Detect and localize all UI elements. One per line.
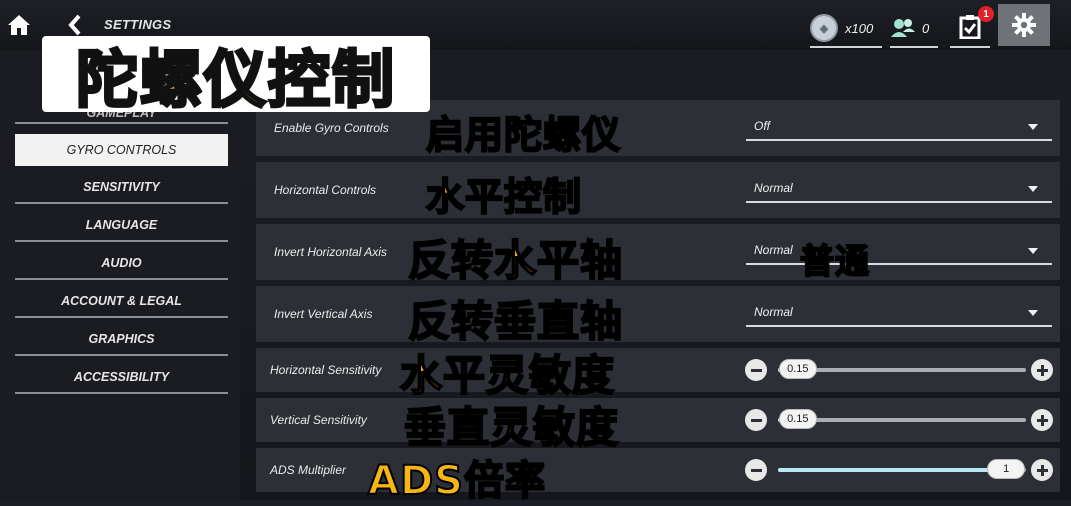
minus-icon[interactable] <box>745 359 767 381</box>
setting-label: Horizontal Controls <box>274 183 377 197</box>
coin-icon: ◈ <box>810 14 838 42</box>
setting-row-invert-vertical: Invert Vertical Axis Normal <box>256 286 1060 342</box>
currency-underline <box>810 46 882 48</box>
caption-invert-vertical: 反转垂直轴 <box>407 296 624 347</box>
sidebar-item-audio[interactable]: AUDIO <box>15 248 228 280</box>
currency-value: x100 <box>845 20 874 36</box>
caption-horizontal-controls: 水平控制 <box>425 174 583 220</box>
chevron-down-icon <box>1028 186 1038 192</box>
dropdown-value: Normal <box>754 181 793 195</box>
setting-row-horizontal-controls: Horizontal Controls Normal <box>256 162 1060 218</box>
friends-count: 0 <box>922 20 930 36</box>
dropdown-value: Off <box>754 119 771 133</box>
plus-icon[interactable] <box>1031 459 1053 481</box>
sidebar-item-language[interactable]: LANGUAGE <box>15 210 228 242</box>
gear-icon <box>1012 13 1036 37</box>
friends-button[interactable]: 0 <box>890 10 942 48</box>
sidebar-item-accessibility[interactable]: ACCESSIBILITY <box>15 362 228 394</box>
sidebar-item-gyro-controls[interactable]: GYRO CONTROLS <box>15 134 228 166</box>
overlay-title-text: 陀螺仪控制 <box>74 42 396 118</box>
chevron-down-icon <box>1028 310 1038 316</box>
dropdown-value: Normal <box>754 243 793 257</box>
setting-row-invert-horizontal: Invert Horizontal Axis Normal <box>256 224 1060 280</box>
slider-thumb[interactable]: 0.15 <box>778 409 817 429</box>
overlay-title-banner: 陀螺仪控制 <box>42 36 430 118</box>
tasks-underline <box>950 46 990 48</box>
setting-label: Enable Gyro Controls <box>274 121 389 135</box>
setting-label: Vertical Sensitivity <box>270 413 367 427</box>
sidebar-item-sensitivity[interactable]: SENSITIVITY <box>15 172 228 204</box>
caption-vertical-sensitivity: 垂直灵敏度 <box>403 402 620 453</box>
setting-row-vertical-sensitivity: Vertical Sensitivity 0.15 <box>256 398 1060 442</box>
setting-label: ADS Multiplier <box>270 463 347 477</box>
horizontal-controls-dropdown[interactable]: Normal <box>746 175 1052 203</box>
setting-label: Horizontal Sensitivity <box>270 363 382 377</box>
caption-ads-multiplier: ADS倍率 <box>367 457 546 505</box>
tasks-badge: 1 <box>978 6 994 22</box>
minus-icon[interactable] <box>745 409 767 431</box>
plus-icon[interactable] <box>1031 409 1053 431</box>
invert-horizontal-dropdown[interactable]: Normal <box>746 237 1052 265</box>
setting-row-horizontal-sensitivity: Horizontal Sensitivity 0.15 <box>256 348 1060 392</box>
caption-normal-value: 普通 <box>799 241 870 283</box>
dropdown-value: Normal <box>754 305 793 319</box>
home-icon <box>8 15 30 35</box>
caption-enable-gyro: 启用陀螺仪 <box>425 112 622 158</box>
slider-thumb[interactable]: 1 <box>987 459 1026 479</box>
chevron-down-icon <box>1028 124 1038 130</box>
caption-invert-horizontal: 反转水平轴 <box>407 235 624 286</box>
tasks-icon <box>959 15 981 39</box>
home-button[interactable] <box>0 0 38 50</box>
friends-icon <box>891 19 915 37</box>
sidebar-item-account-legal[interactable]: ACCOUNT & LEGAL <box>15 286 228 318</box>
settings-button[interactable] <box>998 4 1050 46</box>
slider-thumb[interactable]: 0.15 <box>778 359 817 379</box>
minus-icon[interactable] <box>745 459 767 481</box>
friends-underline <box>890 46 938 48</box>
chevron-down-icon <box>1028 248 1038 254</box>
invert-vertical-dropdown[interactable]: Normal <box>746 299 1052 327</box>
sidebar-item-graphics[interactable]: GRAPHICS <box>15 324 228 356</box>
slider-fill <box>778 468 1007 472</box>
plus-icon[interactable] <box>1031 359 1053 381</box>
enable-gyro-dropdown[interactable]: Off <box>746 113 1052 141</box>
currency-display[interactable]: ◈ x100 <box>810 10 882 48</box>
setting-label: Invert Horizontal Axis <box>274 245 387 259</box>
setting-label: Invert Vertical Axis <box>274 307 373 321</box>
